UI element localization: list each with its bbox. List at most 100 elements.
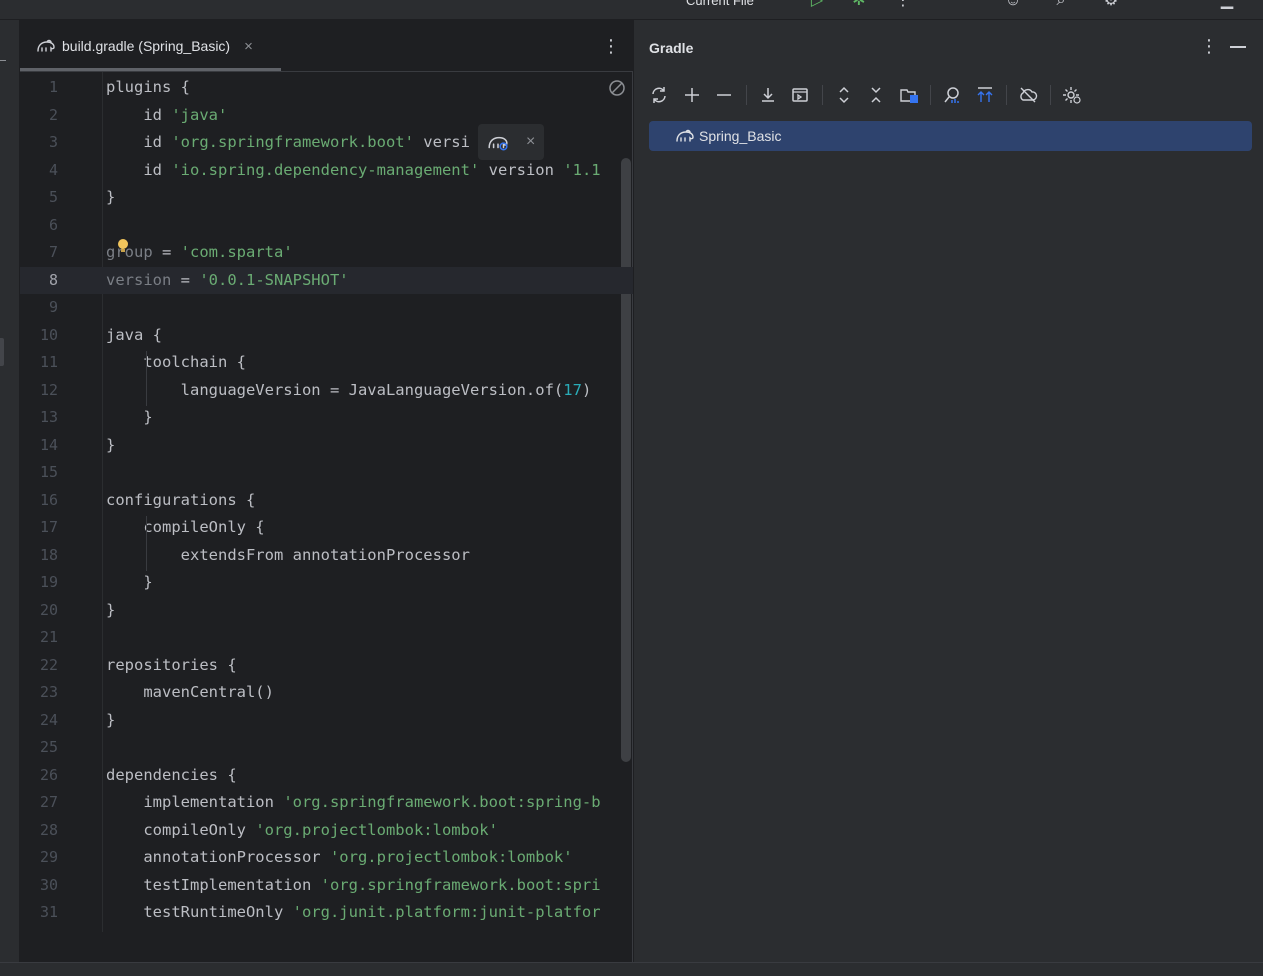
line-number: 17 [39,518,58,536]
toolbar-separator [930,85,931,105]
code-token: id [106,105,172,124]
code-line[interactable]: 8 version = '0.0.1-SNAPSHOT' [20,266,633,294]
code-line[interactable]: 19 } [20,569,633,597]
window-control-icon[interactable]: ▁ [1218,0,1236,10]
analyze-icon[interactable] [939,82,965,108]
code-line[interactable]: 22 repositories { [20,652,633,680]
toggle-offline-icon[interactable] [972,82,998,108]
code-token: id [106,133,172,151]
code-line[interactable]: 21 [20,624,633,652]
code-token: configurations { [106,490,256,509]
code-line[interactable]: 20} [20,597,633,625]
code-line[interactable]: 17 compileOnly { [20,514,633,542]
more-vertical-icon[interactable]: ⋮ [1200,36,1218,56]
code-line[interactable]: 15 [20,459,633,487]
tab-label: build.gradle (Spring_Basic) [62,38,231,54]
code-token: } [106,573,153,591]
code-line[interactable]: 25 [20,734,633,762]
code-text: repositories { [106,652,237,680]
code-line[interactable]: 16 configurations { [20,487,633,515]
code-line[interactable]: 23 mavenCentral() [20,679,633,707]
code-line[interactable]: 9 [20,294,633,322]
gradle-reload-popup[interactable]: × [478,124,544,160]
code-line[interactable]: 29 annotationProcessor 'org.projectlombo… [20,844,633,872]
code-line[interactable]: 13 } [20,404,633,432]
collapse-all-icon[interactable] [863,82,889,108]
line-number: 29 [39,848,58,866]
line-number: 25 [39,738,58,756]
run-configuration-selector[interactable]: Current File [686,0,754,8]
code-line[interactable]: 10 java { [20,322,633,350]
line-number: 18 [39,545,58,564]
code-area[interactable]: 1 plugins {2 id 'java' 3 id 'org.springfra… [20,72,633,932]
code-text: } [106,432,115,460]
execute-task-icon[interactable] [787,82,813,108]
close-icon[interactable]: × [526,133,535,151]
remove-icon[interactable] [711,82,737,108]
code-line[interactable]: 28 compileOnly 'org.projectlombok:lombok… [20,817,633,845]
code-token: mavenCentral() [106,683,274,701]
code-token: 'org.springframework.boot:spri [320,875,601,894]
offline-mode-icon[interactable] [1015,82,1041,108]
lightbulb-icon[interactable] [116,238,130,256]
line-number: 4 [48,160,58,179]
code-token: 'org.springframework.boot:spring-b [283,793,601,811]
line-number: 31 [39,903,58,921]
dependencies-icon[interactable] [896,82,922,108]
line-number: 24 [39,710,58,729]
code-line[interactable]: 18 extendsFrom annotationProcessor [20,542,633,570]
more-vertical-icon[interactable]: ⋮ [602,36,620,56]
line-number: 28 [39,820,58,839]
code-token: dependencies { [106,765,237,784]
strip-active-marker[interactable] [0,338,4,366]
strip-marker [0,60,6,61]
left-tool-strip [0,20,20,962]
code-line[interactable]: 5} [20,184,633,212]
main-toolbar: Current File ▷ ✲ ⋮ ☺ ⌕ ⚙ ▁ [0,0,1263,20]
code-token: compileOnly { [106,518,265,536]
run-icon[interactable]: ▷ [808,0,826,10]
code-text: id 'java' [106,102,227,130]
code-line[interactable]: 24} [20,707,633,735]
code-token: } [106,600,116,619]
code-token: id [106,160,172,179]
code-line[interactable]: 26 dependencies { [20,762,633,790]
tab-build-gradle[interactable]: build.gradle (Spring_Basic) × [20,20,282,72]
code-line[interactable]: 14} [20,432,633,460]
add-user-icon[interactable]: ☺ [1004,0,1022,10]
code-text: languageVersion = JavaLanguageVersion.of… [106,377,592,405]
line-number: 10 [39,325,58,344]
code-line[interactable]: 27 implementation 'org.springframework.b… [20,789,633,817]
download-icon[interactable] [755,82,781,108]
code-token: compileOnly [106,820,256,839]
code-line[interactable]: 6 [20,212,633,240]
add-icon[interactable] [679,82,705,108]
gradle-panel-title: Gradle [649,40,694,56]
settings-icon[interactable] [1059,82,1085,108]
line-number: 3 [48,133,58,151]
gradle-project-node[interactable]: Spring_Basic [649,121,1252,151]
code-text: } [106,569,153,597]
code-line[interactable]: 7 group = 'com.sparta' [20,239,633,267]
more-actions-icon[interactable]: ⋮ [894,0,912,10]
close-icon[interactable]: × [244,38,253,55]
reload-icon[interactable] [646,82,672,108]
search-icon[interactable]: ⌕ [1052,0,1070,10]
code-line[interactable]: 1 plugins { [20,74,633,102]
line-number: 5 [48,188,58,206]
debug-icon[interactable]: ✲ [850,0,868,10]
code-line[interactable]: 4 id 'io.spring.dependency-management' v… [20,157,633,185]
code-token: implementation [106,793,284,811]
gear-icon[interactable]: ⚙ [1102,0,1120,10]
code-line[interactable]: 11 toolchain { [20,349,633,377]
code-text: extendsFrom annotationProcessor [106,542,470,570]
code-text: compileOnly 'org.projectlombok:lombok' [106,817,498,845]
toolbar-separator [1006,85,1007,105]
code-line[interactable]: 31 testRuntimeOnly 'org.junit.platform:j… [20,899,633,927]
minimize-icon[interactable] [1230,46,1246,48]
code-line[interactable]: 12 languageVersion = JavaLanguageVersion… [20,377,633,405]
expand-all-icon[interactable] [831,82,857,108]
code-line[interactable]: 30 testImplementation 'org.springframewo… [20,872,633,900]
line-number: 20 [39,600,58,619]
gradle-reload-icon[interactable] [487,133,509,151]
